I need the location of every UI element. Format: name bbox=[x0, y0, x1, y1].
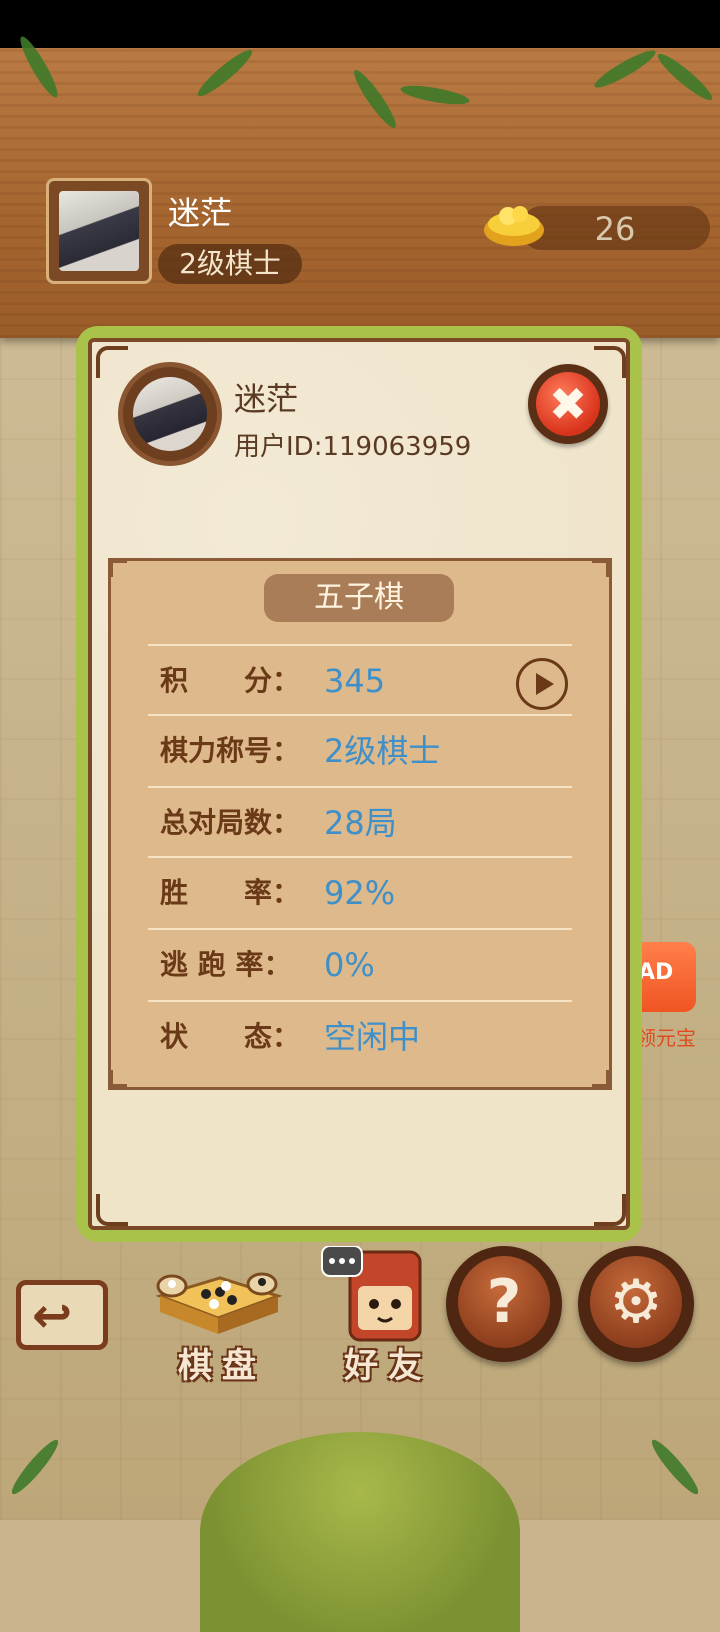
board-button[interactable]: 棋盘 bbox=[162, 1338, 282, 1387]
stat-row-score: 积 分： 345 bbox=[148, 644, 572, 716]
profile-name: 迷茫 bbox=[234, 380, 299, 418]
score-detail-arrow-button[interactable] bbox=[516, 658, 568, 710]
stat-value: 28局 bbox=[324, 804, 397, 842]
stat-row-status: 状 态： 空闲中 bbox=[148, 1000, 572, 1072]
header-username: 迷茫 bbox=[168, 194, 233, 232]
close-icon: ✖ bbox=[536, 372, 600, 436]
back-button[interactable]: ↩ bbox=[6, 1270, 116, 1360]
stat-label: 积 分： bbox=[160, 664, 301, 697]
panel-corner-ornament bbox=[110, 560, 127, 577]
go-board-icon[interactable] bbox=[150, 1262, 284, 1346]
help-button[interactable]: ? bbox=[446, 1246, 562, 1362]
stat-value: 0% bbox=[324, 946, 375, 984]
frame-corner-ornament bbox=[96, 1194, 128, 1226]
stat-label: 棋力称号： bbox=[160, 734, 301, 767]
stat-value: 2级棋士 bbox=[324, 732, 441, 770]
stat-label: 总对局数： bbox=[160, 806, 301, 839]
stat-label: 逃 跑 率： bbox=[160, 948, 292, 981]
stat-label: 状 态： bbox=[160, 1020, 301, 1053]
stat-value: 空闲中 bbox=[324, 1018, 421, 1056]
settings-button[interactable]: ⚙ bbox=[578, 1246, 694, 1362]
gold-ingot-icon bbox=[484, 206, 544, 246]
close-button[interactable]: ✖ bbox=[528, 364, 608, 444]
stat-row-escape-rate: 逃 跑 率： 0% bbox=[148, 928, 572, 1000]
stat-label: 胜 率： bbox=[160, 876, 301, 909]
avatar-image bbox=[133, 377, 207, 451]
header-avatar[interactable] bbox=[46, 178, 152, 284]
coin-count: 26 bbox=[594, 210, 636, 248]
stat-value: 92% bbox=[324, 874, 396, 912]
frame-corner-ornament bbox=[96, 346, 128, 378]
board-label: 棋盘 bbox=[178, 1346, 266, 1386]
stat-row-title: 棋力称号： 2级棋士 bbox=[148, 714, 572, 786]
game-tab-gomoku[interactable]: 五子棋 bbox=[264, 574, 454, 622]
header-rank-badge: 2级棋士 bbox=[158, 244, 302, 284]
gear-icon: ⚙ bbox=[609, 1267, 663, 1337]
friends-label: 好友 bbox=[344, 1346, 432, 1386]
stat-value: 345 bbox=[324, 662, 386, 700]
arrow-right-icon bbox=[536, 673, 554, 695]
stat-row-win-rate: 胜 率： 92% bbox=[148, 856, 572, 928]
back-arrow-icon: ↩ bbox=[32, 1288, 73, 1344]
profile-avatar bbox=[118, 362, 222, 466]
frame-corner-ornament bbox=[594, 1194, 626, 1226]
ad-badge: AD bbox=[638, 960, 674, 985]
question-mark-icon: ? bbox=[486, 1267, 522, 1337]
friends-icon[interactable] bbox=[320, 1246, 428, 1350]
ad-reward-label: 领元宝 bbox=[636, 1026, 696, 1050]
avatar-image bbox=[59, 191, 139, 271]
panel-corner-ornament bbox=[110, 1070, 127, 1087]
panel-corner-ornament bbox=[592, 1070, 609, 1087]
grass-hill-decoration bbox=[200, 1432, 520, 1632]
stat-row-total-games: 总对局数： 28局 bbox=[148, 786, 572, 858]
status-bar bbox=[0, 0, 720, 48]
panel-corner-ornament bbox=[592, 560, 609, 577]
friends-button[interactable]: 好友 bbox=[328, 1338, 448, 1387]
profile-user-id: 用户ID:119063959 bbox=[234, 432, 472, 462]
